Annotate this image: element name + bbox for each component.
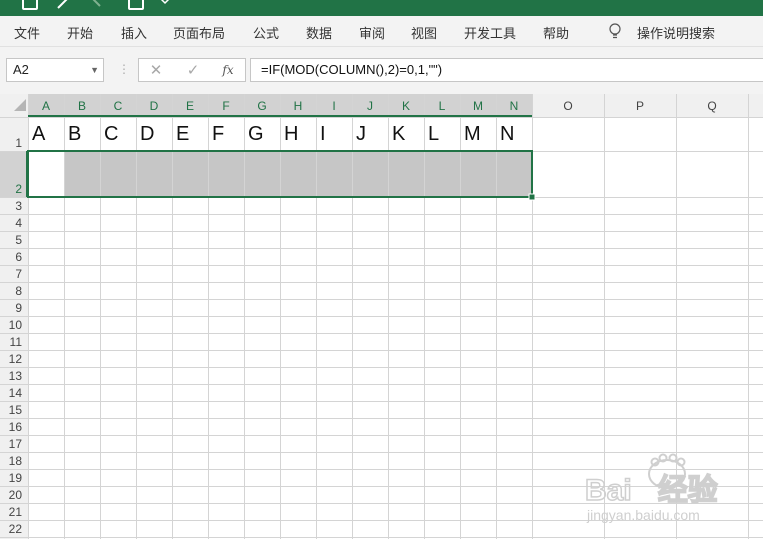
column-header-i[interactable]: I (316, 96, 352, 116)
svg-text:jingyan.baidu.com: jingyan.baidu.com (586, 507, 700, 523)
column-header-l[interactable]: L (424, 96, 460, 116)
undo-icon[interactable] (56, 0, 72, 10)
lightbulb-icon (609, 23, 621, 39)
row-header-14[interactable]: 14 (0, 385, 22, 401)
column-header-g[interactable]: G (244, 96, 280, 116)
formula-text: =IF(MOD(COLUMN(),2)=0,1,"") (261, 62, 443, 77)
row-header-21[interactable]: 21 (0, 504, 22, 520)
svg-text:Bai经验: Bai 经验 (585, 473, 718, 507)
column-header-a[interactable]: A (28, 96, 64, 116)
column-header-j[interactable]: J (352, 96, 388, 116)
column-header-f[interactable]: F (208, 96, 244, 116)
name-box-dropdown-icon[interactable]: ▼ (90, 59, 99, 81)
column-header-q[interactable]: Q (676, 96, 748, 116)
name-box-value: A2 (13, 62, 29, 77)
tab-insert[interactable]: 插入 (121, 23, 147, 42)
column-header-c[interactable]: C (100, 96, 136, 116)
cell-c1[interactable]: C (100, 121, 118, 147)
ribbon-tabs: 文件 开始 插入 页面布局 公式 数据 审阅 视图 开发工具 帮助 操作说明搜索 (0, 16, 763, 47)
tab-data[interactable]: 数据 (306, 23, 332, 42)
screenshot-icon[interactable] (128, 0, 144, 10)
column-header-h[interactable]: H (280, 96, 316, 116)
column-header-p[interactable]: P (604, 96, 676, 116)
column-header-e[interactable]: E (172, 96, 208, 116)
row-header-16[interactable]: 16 (0, 419, 22, 435)
fill-handle[interactable] (528, 193, 536, 201)
cancel-icon[interactable]: ✕ (144, 58, 168, 82)
cell-f1[interactable]: F (208, 121, 224, 147)
row-header-20[interactable]: 20 (0, 487, 22, 503)
row-header-9[interactable]: 9 (0, 300, 22, 316)
tab-formulas[interactable]: 公式 (253, 23, 279, 42)
cell-l1[interactable]: L (424, 121, 439, 147)
tab-review[interactable]: 审阅 (359, 23, 385, 42)
cell-g1[interactable]: G (244, 121, 264, 147)
row-header-19[interactable]: 19 (0, 470, 22, 486)
column-header-o[interactable]: O (532, 96, 604, 116)
row-header-4[interactable]: 4 (0, 215, 22, 231)
cell-i1[interactable]: I (316, 121, 326, 147)
row-header-2[interactable]: 2 (0, 181, 22, 197)
row-header-15[interactable]: 15 (0, 402, 22, 418)
cell-j1[interactable]: J (352, 121, 366, 147)
cell-b1[interactable]: B (64, 121, 81, 147)
row-header-1[interactable]: 1 (0, 135, 22, 151)
row-header-13[interactable]: 13 (0, 368, 22, 384)
cell-m1[interactable]: M (460, 121, 481, 147)
row-header-10[interactable]: 10 (0, 317, 22, 333)
row-header-3[interactable]: 3 (0, 198, 22, 214)
column-header-m[interactable]: M (460, 96, 496, 116)
title-bar (0, 0, 763, 16)
cell-n1[interactable]: N (496, 121, 514, 147)
tab-home[interactable]: 开始 (67, 23, 93, 42)
column-header-d[interactable]: D (136, 96, 172, 116)
baidu-jingyan-watermark: Bai 经验 jingyan.baidu.com (585, 453, 718, 523)
row-header-5[interactable]: 5 (0, 232, 22, 248)
column-header-b[interactable]: B (64, 96, 100, 116)
row-header-6[interactable]: 6 (0, 249, 22, 265)
tab-developer[interactable]: 开发工具 (464, 23, 516, 42)
formula-bar: A2 ▼ ⋮ ✕ ✓ fx =IF(MOD(COLUMN(),2)=0,1,""… (0, 47, 763, 94)
more-options-icon[interactable]: ⋮ (118, 62, 130, 76)
column-header-k[interactable]: K (388, 96, 424, 116)
save-icon[interactable] (22, 0, 38, 10)
name-box[interactable]: A2 ▼ (6, 58, 104, 82)
row-header-17[interactable]: 17 (0, 436, 22, 452)
cell-a1[interactable]: A (28, 121, 45, 147)
row-header-12[interactable]: 12 (0, 351, 22, 367)
row-header-8[interactable]: 8 (0, 283, 22, 299)
insert-function-icon[interactable]: fx (216, 58, 240, 82)
row-header-7[interactable]: 7 (0, 266, 22, 282)
tab-page-layout[interactable]: 页面布局 (173, 23, 225, 42)
tab-view[interactable]: 视图 (411, 23, 437, 42)
cell-h1[interactable]: H (280, 121, 298, 147)
cell-d1[interactable]: D (136, 121, 154, 147)
cell-k1[interactable]: K (388, 121, 405, 147)
formula-input[interactable]: =IF(MOD(COLUMN(),2)=0,1,"") (250, 58, 763, 82)
tab-file[interactable]: 文件 (14, 23, 40, 42)
shaded-cells (64, 151, 532, 197)
tell-me-search[interactable]: 操作说明搜索 (637, 23, 715, 42)
column-header-n[interactable]: N (496, 96, 532, 116)
row-header-11[interactable]: 11 (0, 334, 22, 350)
cell-e1[interactable]: E (172, 121, 189, 147)
redo-icon (92, 0, 101, 7)
row-header-22[interactable]: 22 (0, 521, 22, 537)
enter-icon[interactable]: ✓ (181, 58, 205, 82)
tab-help[interactable]: 帮助 (543, 23, 569, 42)
row-header-18[interactable]: 18 (0, 453, 22, 469)
customize-quick-access-icon[interactable] (160, 0, 170, 6)
